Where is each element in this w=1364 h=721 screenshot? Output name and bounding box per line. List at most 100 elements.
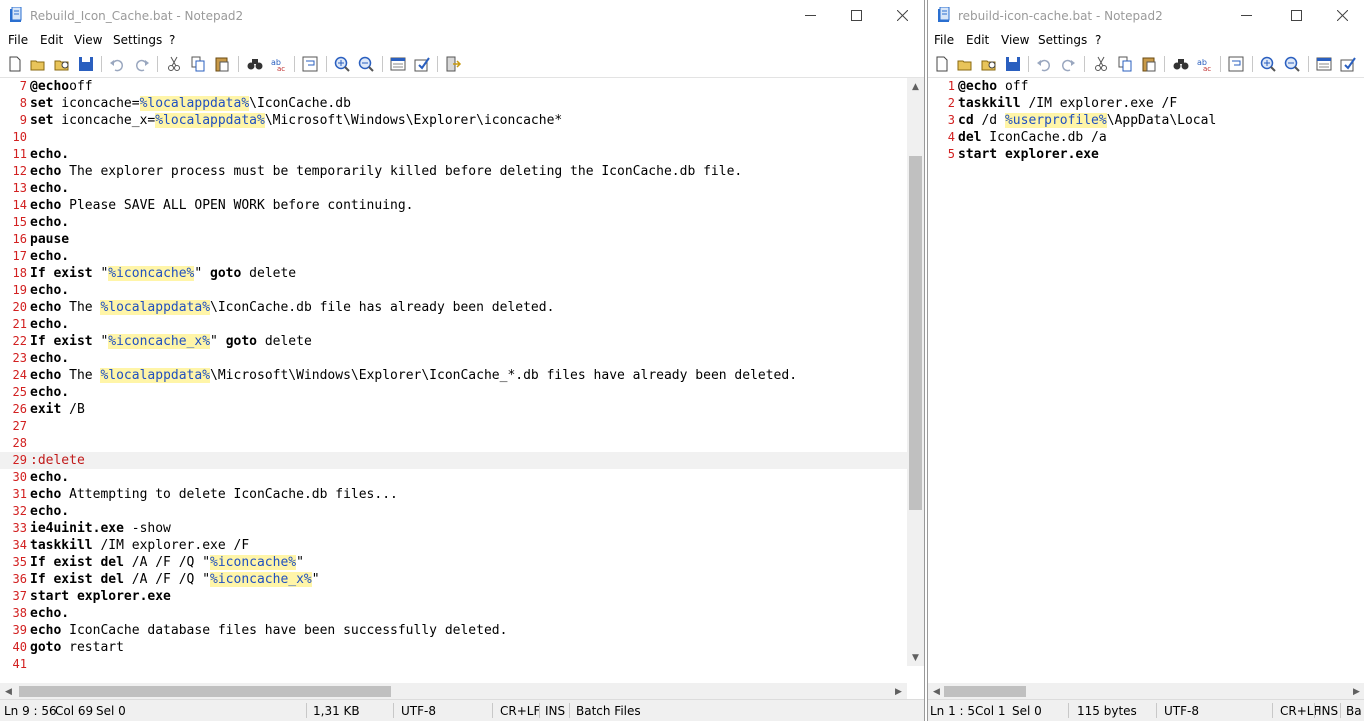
zoom-in-button[interactable]	[1259, 55, 1277, 73]
copy-button[interactable]	[1116, 55, 1134, 73]
browse-button[interactable]	[980, 55, 998, 73]
find-button[interactable]	[1172, 55, 1190, 73]
code-line[interactable]: 35 If exist del /A /F /Q "%iconcache%"	[0, 554, 907, 571]
close-button[interactable]	[879, 0, 924, 31]
code-line[interactable]: 13 echo.	[0, 180, 907, 197]
code-line[interactable]: 1 @echo off	[928, 78, 1364, 95]
editor-area[interactable]: 7 @echooff 8 set iconcache=%localappdata%\I…	[0, 78, 907, 683]
redo-button[interactable]	[1059, 55, 1077, 73]
code-line[interactable]: 37 start explorer.exe	[0, 588, 907, 605]
code-line[interactable]: 39 echo IconCache database files have bee…	[0, 622, 907, 639]
code-line[interactable]: 32 echo.	[0, 503, 907, 520]
save-button[interactable]	[77, 55, 95, 73]
editor-area[interactable]: 1 @echo off 2 taskkill /IM explorer.exe /F 3…	[928, 78, 1364, 683]
menu-file[interactable]: File	[8, 33, 28, 47]
current-code-line[interactable]: 29:delete	[0, 452, 907, 469]
code-line[interactable]: 12 echo The explorer process must be temp…	[0, 163, 907, 180]
scroll-down-icon[interactable]: ▼	[907, 649, 924, 666]
menu-file[interactable]: File	[934, 33, 954, 47]
code-line[interactable]: 16 pause	[0, 231, 907, 248]
new-file-button[interactable]	[933, 55, 951, 73]
code-line[interactable]: 2 taskkill /IM explorer.exe /F	[928, 95, 1364, 112]
code-line[interactable]: 3 cd /d %userprofile%\AppData\Local	[928, 112, 1364, 129]
vertical-scroll-thumb[interactable]	[909, 156, 922, 510]
menu-edit[interactable]: Edit	[40, 33, 63, 47]
status-lexer[interactable]: Ba	[1346, 704, 1362, 718]
code-line[interactable]: 36 If exist del /A /F /Q "%iconcache_x%"	[0, 571, 907, 588]
horizontal-scroll-thumb[interactable]	[944, 686, 1026, 697]
scheme-button[interactable]	[389, 55, 407, 73]
minimize-button[interactable]	[1223, 0, 1269, 31]
menu-settings[interactable]: Settings	[1038, 33, 1087, 47]
code-line[interactable]: 27	[0, 418, 907, 435]
scroll-right-icon[interactable]: ▶	[890, 683, 907, 700]
code-line[interactable]: 34 taskkill /IM explorer.exe /F	[0, 537, 907, 554]
replace-button[interactable]: ab ac	[270, 55, 288, 73]
replace-button[interactable]: ab ac	[1196, 55, 1214, 73]
browse-button[interactable]	[53, 55, 71, 73]
copy-button[interactable]	[189, 55, 207, 73]
code-line[interactable]: 17 echo.	[0, 248, 907, 265]
code-line[interactable]: 18 If exist "%iconcache%" goto delete	[0, 265, 907, 282]
code-line[interactable]: 14 echo Please SAVE ALL OPEN WORK before …	[0, 197, 907, 214]
scroll-left-icon[interactable]: ◀	[0, 683, 17, 700]
code-line[interactable]: 40 goto restart	[0, 639, 907, 656]
menu-edit[interactable]: Edit	[966, 33, 989, 47]
open-button[interactable]	[29, 55, 47, 73]
title-bar[interactable]: rebuild-icon-cache.bat - Notepad2	[928, 0, 1364, 31]
close-button[interactable]	[1319, 0, 1364, 31]
status-lexer[interactable]: Batch Files	[576, 704, 641, 718]
horizontal-scrollbar[interactable]: ◀ ▶	[0, 683, 907, 700]
code-line[interactable]: 5 start explorer.exe	[928, 146, 1364, 163]
save-button[interactable]	[1004, 55, 1022, 73]
zoom-out-button[interactable]	[1283, 55, 1301, 73]
cut-button[interactable]	[1092, 55, 1110, 73]
code-line[interactable]: 22 If exist "%iconcache_x%" goto delete	[0, 333, 907, 350]
zoom-in-button[interactable]	[333, 55, 351, 73]
zoom-out-button[interactable]	[357, 55, 375, 73]
paste-button[interactable]	[213, 55, 231, 73]
code-line[interactable]: 41	[0, 656, 907, 673]
find-button[interactable]	[246, 55, 264, 73]
code-line[interactable]: 23 echo.	[0, 350, 907, 367]
minimize-button[interactable]	[787, 0, 833, 31]
code-line[interactable]: 15 echo.	[0, 214, 907, 231]
scroll-right-icon[interactable]: ▶	[1348, 683, 1364, 700]
status-encoding[interactable]: UTF-8	[1164, 704, 1199, 718]
vertical-scrollbar[interactable]: ▲ ▼	[907, 78, 924, 666]
code-line[interactable]: 9 set iconcache_x=%localappdata%\Microsof…	[0, 112, 907, 129]
status-eol[interactable]: CR+LF	[500, 704, 540, 718]
code-line[interactable]: 21 echo.	[0, 316, 907, 333]
customize-button[interactable]	[413, 55, 431, 73]
word-wrap-button[interactable]	[1227, 55, 1245, 73]
code-line[interactable]: 11 echo.	[0, 146, 907, 163]
menu-help[interactable]: ?	[1095, 33, 1101, 47]
scroll-left-icon[interactable]: ◀	[928, 683, 945, 700]
undo-button[interactable]	[108, 55, 126, 73]
word-wrap-button[interactable]	[301, 55, 319, 73]
code-line[interactable]: 19 echo.	[0, 282, 907, 299]
code-line[interactable]: 8 set iconcache=%localappdata%\IconCache.…	[0, 95, 907, 112]
code-line[interactable]: 38 echo.	[0, 605, 907, 622]
menu-settings[interactable]: Settings	[113, 33, 162, 47]
code-line[interactable]: 25 echo.	[0, 384, 907, 401]
menu-view[interactable]: View	[74, 33, 102, 47]
code-line[interactable]: 31 echo Attempting to delete IconCache.db…	[0, 486, 907, 503]
menu-view[interactable]: View	[1001, 33, 1029, 47]
horizontal-scroll-thumb[interactable]	[19, 686, 391, 697]
title-bar[interactable]: Rebuild_Icon_Cache.bat - Notepad2	[0, 0, 924, 31]
redo-button[interactable]	[133, 55, 151, 73]
scheme-button[interactable]	[1315, 55, 1333, 73]
code-line[interactable]: 24 echo The %localappdata%\Microsoft\Wind…	[0, 367, 907, 384]
code-line[interactable]: 20 echo The %localappdata%\IconCache.db f…	[0, 299, 907, 316]
status-encoding[interactable]: UTF-8	[401, 704, 436, 718]
horizontal-scrollbar[interactable]: ◀ ▶	[928, 683, 1364, 700]
code-line[interactable]: 33 ie4uinit.exe -show	[0, 520, 907, 537]
exit-button[interactable]	[444, 55, 462, 73]
code-line[interactable]: 26 exit /B	[0, 401, 907, 418]
code-line[interactable]: 10	[0, 129, 907, 146]
status-insert-mode[interactable]: INS	[1318, 704, 1338, 718]
menu-help[interactable]: ?	[169, 33, 175, 47]
undo-button[interactable]	[1035, 55, 1053, 73]
code-line[interactable]: 28	[0, 435, 907, 452]
